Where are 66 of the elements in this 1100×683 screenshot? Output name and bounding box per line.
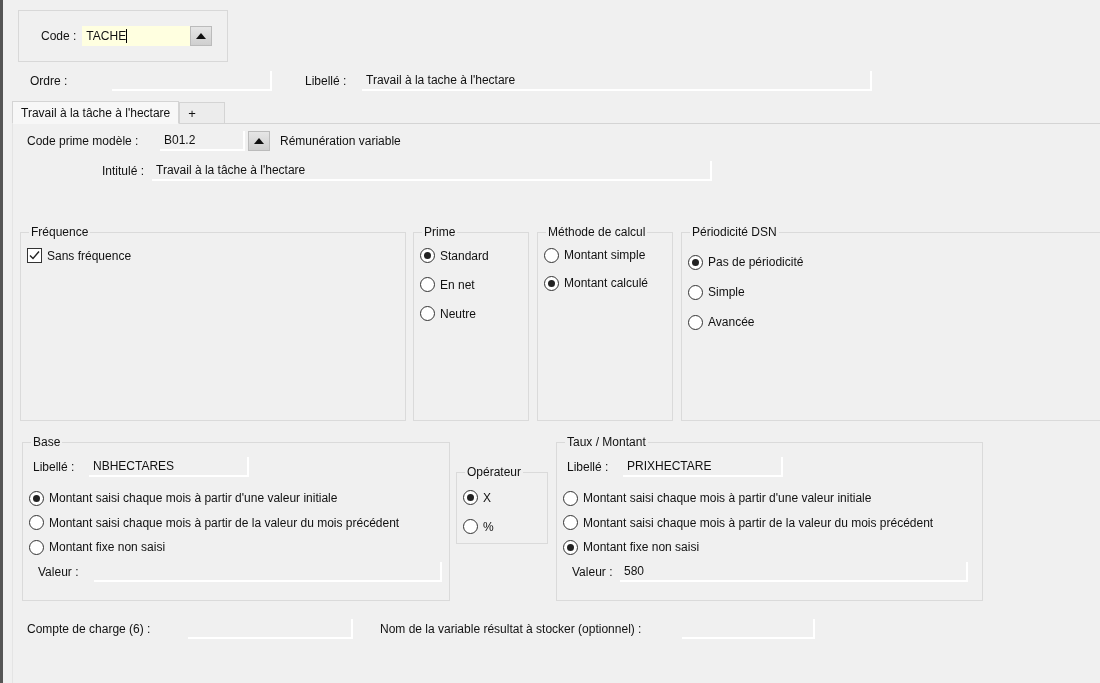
field-label: Libellé :	[567, 460, 610, 474]
field-label: Compte de charge (6) :	[27, 622, 152, 636]
tab[interactable]: +	[179, 102, 226, 123]
group-title: Opérateur	[466, 465, 523, 479]
field-label: Libellé :	[305, 74, 348, 88]
radio-option[interactable]: Montant saisi chaque mois à partir de la valeur du mois précédent	[563, 510, 934, 535]
radio-button[interactable]	[420, 306, 435, 321]
spin-button[interactable]	[190, 26, 213, 46]
radio-option[interactable]: X	[463, 483, 491, 512]
field-label: Ordre :	[30, 74, 69, 88]
group-title: Base	[32, 435, 62, 449]
radio-option[interactable]: Montant simple	[544, 241, 646, 269]
text-field[interactable]: PRIXHECTARE	[623, 457, 783, 477]
radio-button[interactable]	[688, 284, 703, 300]
radio-option[interactable]: Montant calculé	[544, 269, 649, 297]
radio-button[interactable]	[29, 490, 44, 506]
text-field[interactable]: NBHECTARES	[89, 457, 249, 477]
radio-button[interactable]	[544, 275, 559, 291]
radio-button[interactable]	[420, 277, 435, 292]
radio-option[interactable]: Standard	[420, 241, 489, 270]
radio-button[interactable]	[544, 247, 559, 263]
field-label: Intitulé :	[100, 164, 145, 178]
radio-option[interactable]: Pas de périodicité	[688, 247, 804, 277]
triangle-up-icon	[196, 33, 207, 39]
text-field[interactable]: Travail à la tache à l'hectare	[362, 71, 872, 91]
radio-option[interactable]: Montant saisi chaque mois à partir de la valeur du mois précédent	[29, 510, 400, 535]
radio-button[interactable]	[563, 539, 578, 555]
text-field[interactable]: Travail à la tâche à l'hectare	[152, 161, 712, 181]
group-title: Taux / Montant	[566, 435, 647, 449]
checkbox[interactable]	[27, 248, 42, 263]
field-label: Nom de la variable résultat à stocker (optionnel) :	[380, 622, 643, 636]
group-title: Périodicité DSN	[691, 225, 778, 239]
radio-button[interactable]	[463, 490, 478, 505]
radio-option[interactable]: %	[463, 512, 494, 541]
radio-button[interactable]	[563, 515, 578, 531]
group-title: Prime	[423, 225, 457, 239]
radio-button[interactable]	[463, 519, 478, 534]
radio-button[interactable]	[563, 490, 578, 506]
code-input[interactable]: TACHE	[82, 26, 191, 46]
radio-option[interactable]: Neutre	[420, 299, 477, 328]
field-label: Valeur :	[572, 564, 614, 579]
triangle-up-icon	[254, 138, 264, 144]
description-text: Rémunération variable	[280, 134, 401, 148]
radio-option[interactable]: Montant saisi chaque mois à partir d'une valeur initiale	[29, 486, 338, 511]
radio-button[interactable]	[688, 254, 703, 270]
radio-option[interactable]: Simple	[688, 277, 745, 307]
field-label: Code prime modèle :	[27, 134, 140, 148]
radio-button[interactable]	[29, 515, 44, 531]
radio-button[interactable]	[688, 314, 703, 330]
radio-option[interactable]: Montant fixe non saisi	[563, 535, 700, 560]
radio-option[interactable]: Avancée	[688, 307, 755, 337]
text-field[interactable]: B01.2	[160, 131, 245, 151]
radio-button[interactable]	[29, 539, 44, 555]
tab[interactable]: Travail à la tâche à l'hectare	[12, 101, 180, 124]
radio-option[interactable]: Montant fixe non saisi	[29, 535, 166, 560]
field-label: Code :	[41, 29, 77, 43]
group-title: Méthode de calcul	[547, 225, 647, 239]
spin-button[interactable]	[248, 131, 270, 151]
text-field[interactable]: 580	[620, 561, 968, 582]
group-title: Fréquence	[30, 225, 90, 239]
radio-option[interactable]: Montant saisi chaque mois à partir d'une valeur initiale	[563, 486, 872, 511]
field-label: Libellé :	[33, 460, 76, 474]
radio-option[interactable]: En net	[420, 270, 475, 299]
radio-button[interactable]	[420, 248, 435, 263]
checkbox-option[interactable]: Sans fréquence	[27, 241, 132, 270]
field-label: Valeur :	[38, 564, 80, 579]
